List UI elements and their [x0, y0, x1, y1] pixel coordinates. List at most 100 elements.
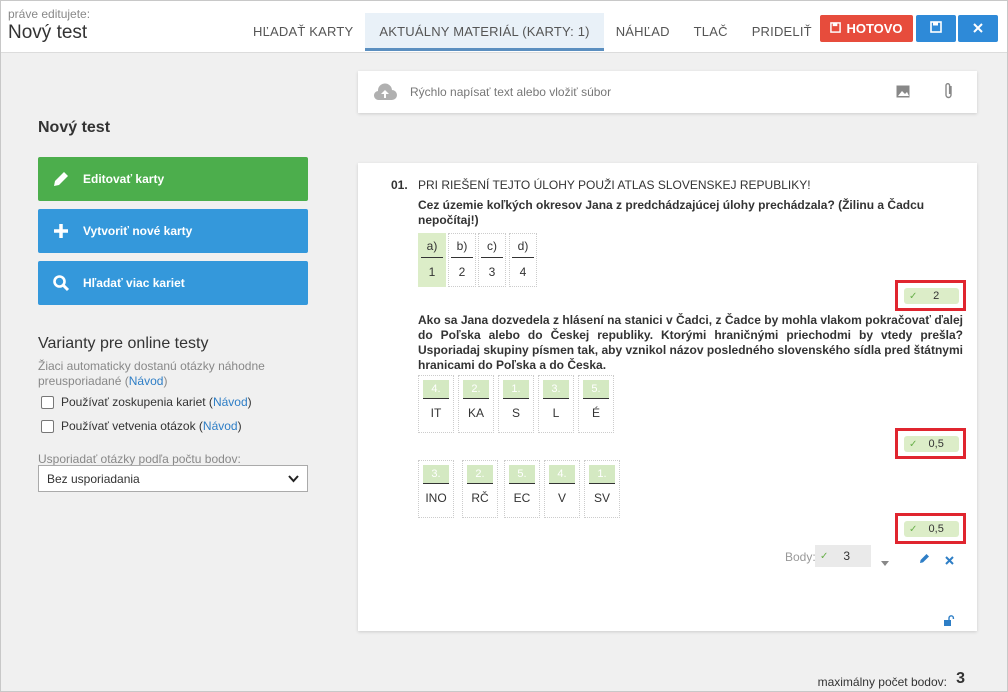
score-field-3[interactable]: ✓ 0,5 — [904, 521, 959, 537]
tile-row1-1[interactable]: 4. IT — [418, 375, 454, 433]
create-cards-label: Vytvoriť nové karty — [83, 224, 193, 238]
points-label: Body: — [785, 550, 816, 564]
tile-row1-2[interactable]: 2. KA — [458, 375, 494, 433]
edit-cards-button[interactable]: Editovať karty — [38, 157, 308, 201]
tile-text: V — [557, 491, 566, 505]
unlock-icon[interactable] — [943, 613, 955, 631]
tile-order: 4. — [549, 465, 575, 484]
tile-row2-3[interactable]: 5. EC — [504, 460, 540, 518]
floppy-icon — [930, 20, 942, 38]
option-value: 3 — [488, 265, 496, 279]
branching-checkbox[interactable] — [41, 419, 54, 433]
tab-search-cards[interactable]: HĽADAŤ KARTY — [241, 13, 365, 51]
sort-label: Usporiadať otázky podľa počtu bodov: — [38, 452, 241, 466]
score-field-1[interactable]: ✓ 2 — [904, 288, 959, 304]
check-icon: ✓ — [909, 523, 918, 535]
card-heading: PRI RIEŠENÍ TEJTO ÚLOHY POUŽI ATLAS SLOV… — [418, 178, 811, 192]
guide-link-3[interactable]: Návod — [203, 419, 238, 433]
variants-description: Žiaci automaticky dostanú otázky náhodne… — [38, 359, 265, 388]
document-title: Nový test — [8, 22, 88, 43]
q1-option-b[interactable]: b) 2 — [448, 233, 476, 287]
score-highlight-3: ✓ 0,5 — [895, 513, 966, 544]
question-card: 01. PRI RIEŠENÍ TEJTO ÚLOHY POUŽI ATLAS … — [358, 163, 977, 631]
close-button[interactable] — [958, 15, 998, 42]
tile-row1-5[interactable]: 5. É — [578, 375, 614, 433]
sort-select-value: Bez usporiadania — [47, 471, 140, 486]
search-icon — [38, 274, 83, 292]
cloud-upload-icon[interactable] — [373, 83, 397, 106]
image-icon[interactable] — [896, 85, 910, 103]
score-value-1: 2 — [933, 290, 940, 302]
tile-row2-1[interactable]: 3. INO — [418, 460, 454, 518]
score-highlight-1: ✓ 2 — [895, 280, 966, 311]
tile-text: SV — [593, 491, 610, 505]
max-points-label: maximálny počet bodov: — [817, 675, 947, 689]
tab-current-material[interactable]: AKTUÁLNY MATERIÁL (KARTY: 1) — [365, 13, 604, 51]
pencil-icon — [38, 170, 83, 188]
close-icon — [973, 20, 983, 38]
branching-option: Používať vetvenia otázok (Návod) — [41, 419, 242, 433]
q1-option-d[interactable]: d) 4 — [509, 233, 537, 287]
quick-input-bar[interactable]: Rýchlo napísať text alebo vložiť súbor — [358, 71, 977, 113]
check-icon: ✓ — [909, 290, 918, 302]
plus-icon — [38, 223, 83, 239]
variants-title: Varianty pre online testy — [38, 335, 209, 352]
check-icon: ✓ — [909, 438, 918, 450]
caret-down-icon[interactable] — [881, 553, 889, 571]
tile-text: EC — [513, 491, 531, 505]
q1-option-a[interactable]: a) 1 — [418, 233, 446, 287]
done-button[interactable]: HOTOVO — [820, 15, 913, 42]
edit-cards-label: Editovať karty — [83, 172, 165, 186]
tile-order: 1. — [503, 380, 529, 399]
tile-order: 5. — [583, 380, 609, 399]
option-letter: d) — [512, 234, 534, 258]
done-button-label: HOTOVO — [846, 21, 903, 36]
tile-order: 5. — [509, 465, 535, 484]
option-value: 1 — [428, 265, 436, 279]
quick-input-placeholder: Rýchlo napísať text alebo vložiť súbor — [410, 85, 612, 99]
guide-link[interactable]: Návod — [129, 374, 164, 388]
top-bar: práve editujete: Nový test HĽADAŤ KARTY … — [1, 1, 1007, 53]
tile-text: RČ — [471, 491, 489, 505]
tile-text: IT — [430, 406, 442, 420]
tile-order: 2. — [463, 380, 489, 399]
tile-row1-3[interactable]: 1. S — [498, 375, 534, 433]
search-more-cards-label: Hľadať viac kariet — [83, 276, 185, 290]
tile-row1-4[interactable]: 3. L — [538, 375, 574, 433]
tile-row2-4[interactable]: 4. V — [544, 460, 580, 518]
group-cards-option: Používať zoskupenia kariet (Návod) — [41, 395, 252, 409]
save-button[interactable] — [916, 15, 956, 42]
edit-icon[interactable] — [919, 551, 930, 569]
option-letter: c) — [481, 234, 503, 258]
tab-preview[interactable]: NÁHĽAD — [604, 13, 682, 51]
score-value-2: 0,5 — [928, 438, 944, 450]
guide-link-2[interactable]: Návod — [213, 395, 248, 409]
delete-icon[interactable] — [945, 552, 954, 570]
editing-label: práve editujete: — [8, 7, 91, 21]
tile-row2-2[interactable]: 2. RČ — [462, 460, 498, 518]
search-more-cards-button[interactable]: Hľadať viac kariet — [38, 261, 308, 305]
tile-order: 3. — [423, 465, 449, 484]
group-cards-checkbox[interactable] — [41, 395, 54, 409]
option-value: 2 — [458, 265, 466, 279]
points-value: 3 — [843, 549, 851, 563]
tile-text: L — [552, 406, 560, 420]
score-value-3: 0,5 — [928, 523, 944, 535]
check-icon: ✓ — [820, 550, 829, 562]
tile-row2-5[interactable]: 1. SV — [584, 460, 620, 518]
tile-text: S — [511, 406, 520, 420]
tab-assign[interactable]: PRIDELIŤ — [740, 13, 824, 51]
sort-select[interactable]: Bez usporiadania — [38, 465, 308, 492]
option-letter: b) — [451, 234, 473, 258]
create-cards-button[interactable]: Vytvoriť nové karty — [38, 209, 308, 253]
left-panel-title: Nový test — [38, 119, 111, 136]
q1-option-c[interactable]: c) 3 — [478, 233, 506, 287]
score-field-2[interactable]: ✓ 0,5 — [904, 436, 959, 452]
points-field[interactable]: ✓ 3 — [815, 545, 871, 567]
branching-label: Používať vetvenia otázok — [61, 419, 196, 433]
option-letter: a) — [421, 234, 443, 258]
tab-print[interactable]: TLAČ — [682, 13, 740, 51]
option-value: 4 — [519, 265, 527, 279]
attachment-icon[interactable] — [944, 82, 954, 105]
max-points-value: 3 — [956, 670, 965, 687]
